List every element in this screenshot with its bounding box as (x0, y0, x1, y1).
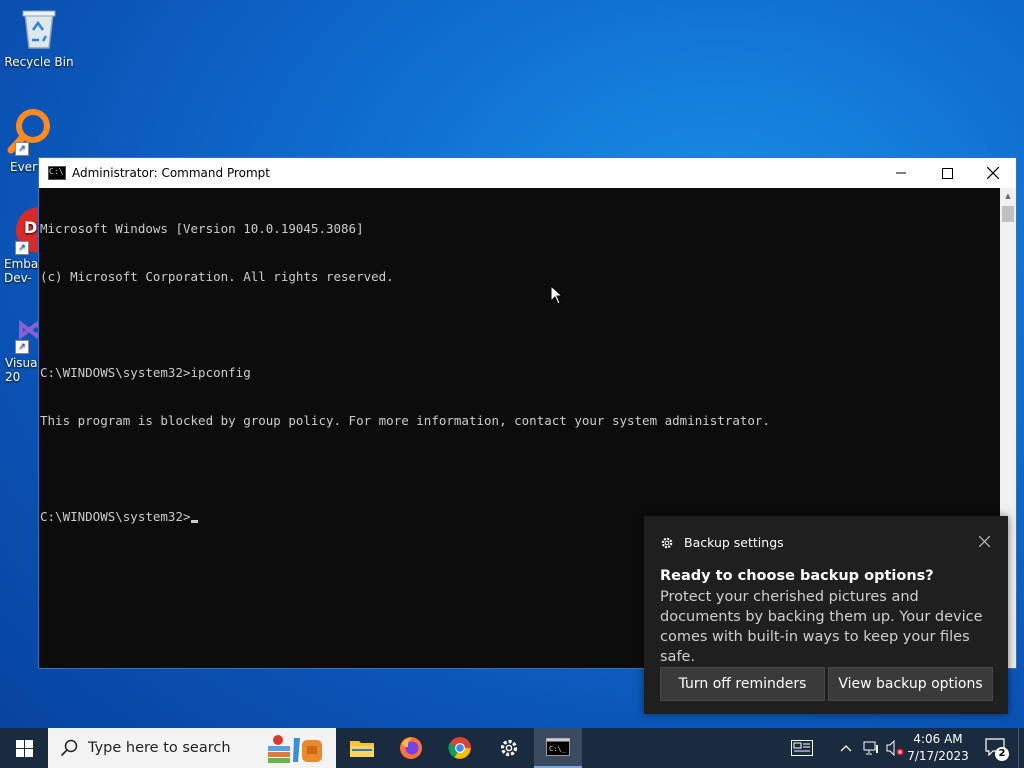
action-center-button[interactable]: 2 (978, 728, 1014, 768)
taskbar-file-explorer[interactable] (338, 728, 386, 768)
volume-muted[interactable] (884, 728, 906, 768)
title-bar[interactable]: C:\ Administrator: Command Prompt (39, 158, 1016, 188)
shortcut-arrow-icon: ↗ (15, 241, 29, 255)
toast-close-button[interactable] (976, 533, 992, 549)
toast-header: Backup settings (660, 535, 784, 550)
gear-icon (661, 537, 673, 548)
minimize-icon (896, 172, 906, 174)
console-line: C:\WINDOWS\system32>ipconfig (40, 365, 251, 380)
taskbar-settings[interactable] (485, 728, 533, 768)
folder-icon (350, 741, 374, 757)
firefox-icon (400, 737, 422, 759)
magnifier-icon (7, 109, 50, 154)
scroll-thumb[interactable] (1002, 206, 1014, 222)
clock[interactable]: 4:06 AM 7/17/2023 (906, 728, 970, 768)
search-highlight-illustration-icon (268, 735, 322, 763)
search-placeholder: Type here to search (88, 740, 231, 756)
svg-text:C:\_: C:\_ (549, 745, 567, 753)
start-button[interactable] (0, 728, 48, 768)
taskbar-firefox[interactable] (387, 728, 435, 768)
turn-off-reminders-button[interactable]: Turn off reminders (660, 667, 825, 701)
chevron-up-icon (840, 745, 852, 752)
volume-muted-icon (886, 740, 904, 756)
close-icon (978, 535, 991, 548)
maximize-icon (941, 167, 953, 179)
mouse-cursor-icon (550, 285, 564, 305)
toast-body: Protect your cherished pictures and docu… (660, 589, 983, 665)
close-icon (987, 167, 999, 179)
desktop-icon-label: Recycle Bin (4, 55, 74, 69)
console-line: This program is blocked by group policy.… (40, 413, 770, 428)
shortcut-arrow-icon: ↗ (15, 340, 29, 354)
console-line: (c) Microsoft Corporation. All rights re… (40, 269, 394, 284)
show-hidden-icons-button[interactable] (836, 728, 856, 768)
search-icon (60, 739, 78, 757)
news-icon (791, 740, 813, 756)
clock-time: 4:06 AM (913, 732, 963, 746)
window-title: Administrator: Command Prompt (72, 166, 270, 180)
taskbar: Type here to search C:\_ 4:06 AM 7/17/20… (0, 728, 1024, 768)
desktop-icon-recycle-bin[interactable]: Recycle Bin (1, 6, 77, 69)
taskbar-chrome[interactable] (436, 728, 484, 768)
news-widget-button[interactable] (784, 728, 820, 768)
cmd-app-icon: C:\ (48, 166, 66, 180)
minimize-button[interactable] (878, 158, 924, 188)
backup-notification-toast[interactable]: Backup settings Ready to choose backup o… (644, 516, 1008, 714)
console-line: Microsoft Windows [Version 10.0.19045.30… (40, 221, 364, 236)
cmd-icon: C:\_ (546, 738, 570, 756)
text-cursor (190, 520, 198, 523)
search-box[interactable]: Type here to search (48, 728, 336, 768)
show-desktop-button[interactable] (1018, 728, 1024, 768)
recycle-bin-icon (22, 10, 56, 49)
toast-app-name: Backup settings (684, 535, 784, 550)
taskbar-command-prompt-active[interactable]: C:\_ (534, 728, 582, 768)
chrome-icon (448, 737, 471, 759)
windows-logo-icon (15, 739, 33, 757)
view-backup-options-button[interactable]: View backup options (828, 667, 993, 701)
scroll-up-arrow-icon[interactable]: ▲ (1000, 188, 1016, 204)
gear-icon (500, 739, 518, 757)
close-button[interactable] (970, 158, 1016, 188)
network-icon (863, 741, 878, 755)
toast-heading: Ready to choose backup options? (660, 568, 934, 584)
maximize-button[interactable] (924, 158, 970, 188)
network-status[interactable] (860, 728, 882, 768)
clock-date: 7/17/2023 (907, 749, 969, 763)
console-prompt: C:\WINDOWS\system32> (40, 509, 191, 524)
notification-count-badge: 2 (995, 747, 1009, 761)
shortcut-arrow-icon: ↗ (15, 142, 29, 156)
